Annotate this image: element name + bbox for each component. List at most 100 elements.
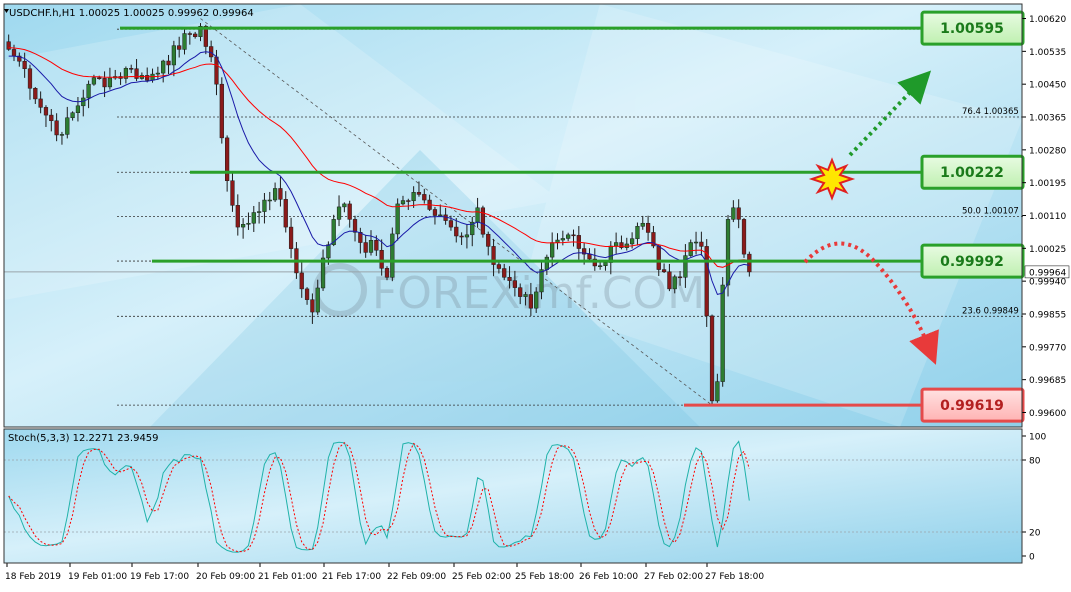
bearish-candle [27, 68, 33, 89]
bearish-candle [219, 83, 224, 139]
bullish-candle [59, 134, 65, 136]
time-tick-label: 18 Feb 2019 [5, 572, 61, 582]
level-label-text: 0.99992 [940, 254, 1004, 270]
bullish-candle [315, 287, 320, 313]
price-tick-label: 0.99685 [1029, 376, 1066, 386]
bearish-candle [38, 98, 43, 108]
bullish-candle [251, 212, 256, 224]
bearish-candle [587, 253, 592, 260]
bullish-candle [65, 117, 70, 135]
bullish-candle [731, 207, 736, 220]
bearish-candle [432, 209, 438, 216]
bearish-candle [6, 41, 11, 50]
bearish-candle [656, 245, 661, 270]
price-tick-label: 1.00620 [1029, 15, 1066, 25]
bearish-candle [11, 49, 17, 57]
bearish-candle [225, 137, 230, 181]
time-tick-label: 25 Feb 02:00 [452, 572, 511, 582]
stoch-header: Stoch(5,3,3) 12.2271 23.9459 [8, 433, 159, 444]
bullish-candle [550, 242, 555, 258]
bullish-candle [267, 199, 272, 202]
watermark: FOREXimf.COM [313, 263, 705, 319]
bullish-candle [523, 294, 528, 297]
bearish-candle [704, 246, 709, 317]
time-tick-label: 19 Feb 01:00 [68, 572, 127, 582]
bullish-candle [86, 83, 91, 99]
bullish-candle [390, 233, 395, 278]
bullish-candle [326, 244, 331, 259]
bullish-candle [672, 276, 677, 290]
bearish-candle [422, 194, 427, 201]
current-price-label: 0.99964 [1029, 268, 1066, 278]
time-tick-label: 21 Feb 01:00 [258, 572, 317, 582]
price-tick-label: 1.00110 [1029, 212, 1066, 222]
bullish-candle [438, 214, 443, 217]
stoch-tick-label: 0 [1029, 553, 1035, 563]
bullish-candle [256, 211, 262, 213]
stoch-tick-label: 80 [1029, 457, 1041, 467]
bearish-candle [406, 200, 411, 202]
bearish-candle [288, 226, 294, 249]
time-tick-label: 26 Feb 10:00 [579, 572, 638, 582]
price-tick-label: 0.99855 [1029, 310, 1066, 320]
bearish-candle [661, 269, 667, 273]
stoch-tick-label: 20 [1029, 529, 1041, 539]
bearish-candle [571, 234, 576, 237]
price-tick-label: 1.00450 [1029, 81, 1066, 91]
bullish-candle [272, 188, 278, 201]
level-label-text: 1.00595 [940, 21, 1004, 37]
bullish-candle [635, 226, 640, 239]
bullish-candle [720, 284, 725, 382]
bullish-candle [715, 381, 720, 402]
bearish-candle [102, 78, 107, 88]
stoch-tick-label: 100 [1029, 433, 1046, 443]
bearish-candle [145, 75, 150, 81]
price-tick-label: 1.00365 [1029, 114, 1066, 124]
bearish-candle [49, 114, 54, 122]
bullish-candle [107, 77, 113, 88]
breakout-burst-icon [808, 157, 856, 201]
level-label-text: 1.00222 [940, 165, 1004, 181]
time-tick-label: 20 Feb 09:00 [196, 572, 255, 582]
bullish-candle [150, 73, 155, 81]
bearish-candle [193, 33, 198, 37]
bearish-candle [43, 107, 49, 116]
bearish-candle [416, 192, 422, 195]
bullish-candle [640, 222, 645, 227]
time-tick-label: 27 Feb 02:00 [644, 572, 703, 582]
usdchf-h1-chart: FOREXimf.COM 76.4 1.00365 50.0 1.00107 23.… [0, 0, 1071, 588]
bearish-candle [379, 250, 384, 269]
bullish-candle [368, 240, 374, 253]
bearish-candle [209, 46, 214, 58]
bearish-candle [736, 207, 741, 220]
bearish-candle [459, 235, 464, 238]
bearish-candle [709, 315, 715, 402]
bearish-candle [54, 120, 59, 136]
bearish-candle [384, 268, 390, 278]
bullish-candle [475, 207, 480, 223]
bullish-candle [566, 234, 571, 239]
bullish-candle [464, 234, 470, 238]
price-tick-label: 1.00535 [1029, 48, 1066, 58]
bullish-candle [688, 242, 693, 256]
bullish-candle [629, 238, 635, 245]
bearish-candle [299, 272, 304, 290]
bearish-candle [235, 205, 240, 228]
bearish-candle [741, 219, 747, 255]
bullish-candle [560, 238, 565, 241]
time-tick-label: 21 Feb 17:00 [322, 572, 381, 582]
bearish-candle [454, 226, 459, 237]
stoch-panel-background [4, 429, 1022, 563]
bullish-candle [70, 112, 75, 119]
bullish-candle [155, 72, 160, 75]
bullish-candle [411, 192, 416, 202]
bullish-candle [539, 269, 544, 293]
bearish-candle [304, 288, 310, 300]
bullish-candle [598, 265, 603, 267]
bearish-candle [486, 233, 491, 247]
bearish-candle [747, 253, 752, 273]
time-tick-label: 27 Feb 18:00 [705, 572, 764, 582]
bearish-candle [502, 268, 507, 278]
bullish-candle [262, 199, 267, 212]
bearish-candle [448, 220, 454, 228]
